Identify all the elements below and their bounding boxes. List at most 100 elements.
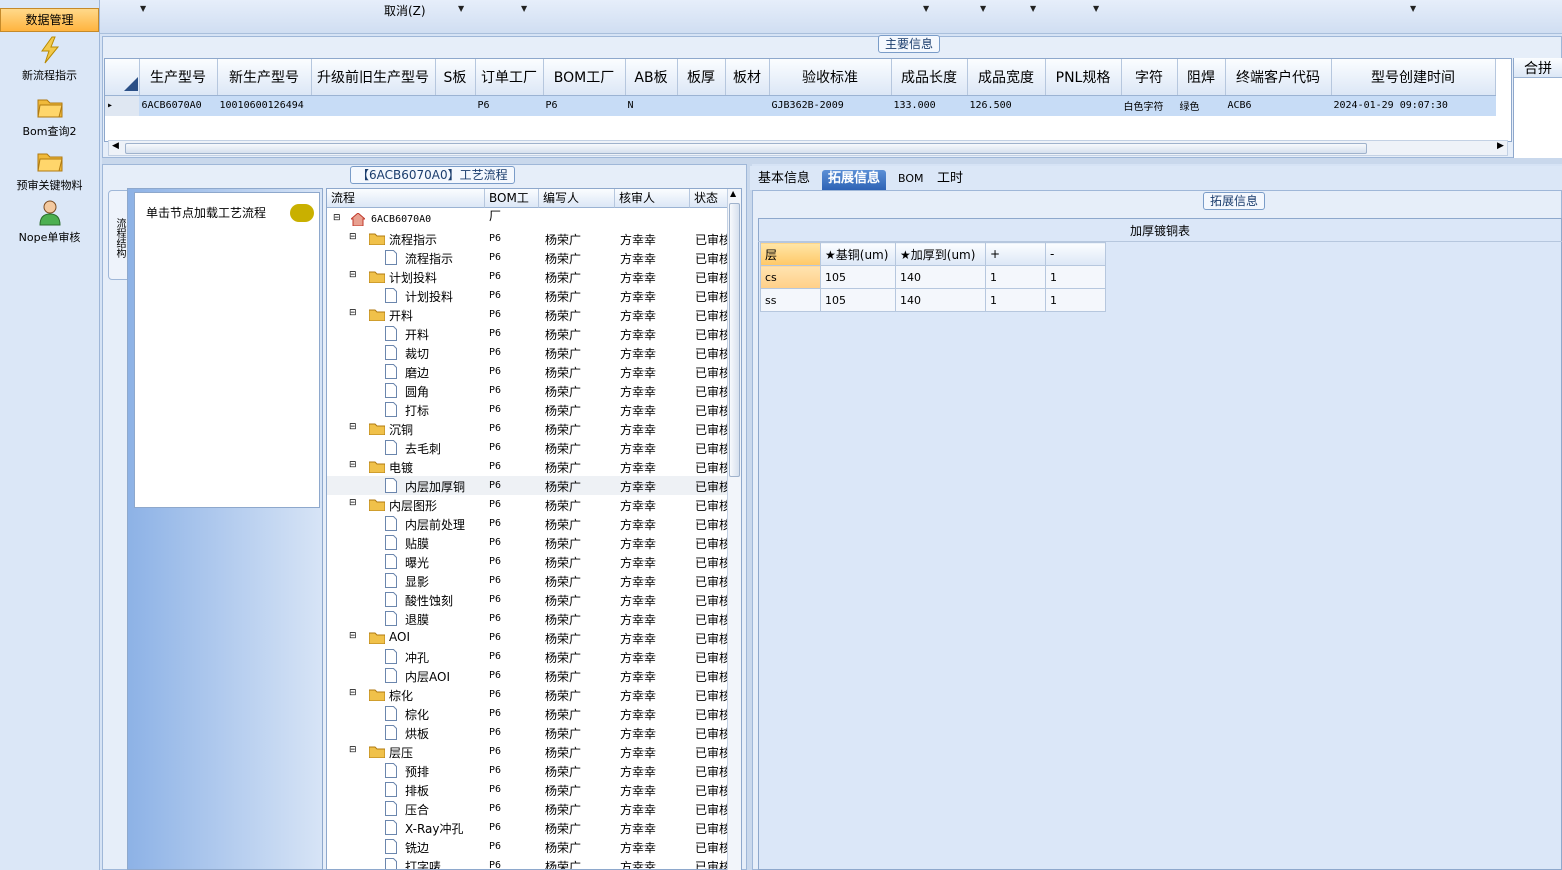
table-cell[interactable]: ACB6 (1225, 95, 1332, 116)
nav-new-flow-instruction[interactable]: 新流程指示 (0, 36, 99, 83)
tree-leaf-node[interactable]: 烘板 P6 杨荣广 方幸幸 已审核 (327, 723, 729, 742)
table-cell[interactable]: 6ACB6070A0 (139, 95, 218, 116)
tree-leaf-node[interactable]: 磨边 P6 杨荣广 方幸幸 已审核 (327, 362, 729, 381)
table-cell[interactable]: 10010600126494 (217, 95, 312, 116)
tree-group-node[interactable]: ⊟ AOI P6 杨荣广 方幸幸 已审核 (327, 628, 729, 647)
scroll-right-icon[interactable]: ▶ (1497, 141, 1504, 151)
table-cell[interactable]: 白色字符 (1121, 95, 1178, 116)
tree-group-node[interactable]: ⊟ 沉铜 P6 杨荣广 方幸幸 已审核 (327, 419, 729, 438)
tree-leaf-node[interactable]: 曝光 P6 杨荣广 方幸幸 已审核 (327, 552, 729, 571)
tree-leaf-node[interactable]: 去毛刺 P6 杨荣广 方幸幸 已审核 (327, 438, 729, 457)
column-header[interactable]: S板 (435, 59, 476, 96)
collapse-icon[interactable]: ⊟ (349, 460, 357, 470)
column-header[interactable]: 生产型号 (139, 59, 218, 96)
collapse-icon[interactable]: ⊟ (349, 631, 357, 641)
tree-leaf-node[interactable]: X-Ray冲孔 P6 杨荣广 方幸幸 已审核 (327, 818, 729, 837)
column-header[interactable]: AB板 (625, 59, 678, 96)
tree-leaf-node[interactable]: 预排 P6 杨荣广 方幸幸 已审核 (327, 761, 729, 780)
collapse-icon[interactable]: ⊟ (349, 498, 357, 508)
column-header[interactable]: 新生产型号 (217, 59, 312, 96)
table-cell[interactable] (677, 95, 726, 116)
tree-leaf-node[interactable]: 排板 P6 杨荣广 方幸幸 已审核 (327, 780, 729, 799)
tab-bom[interactable]: BOM (892, 170, 930, 190)
nav-bom-query[interactable]: Bom查询2 (0, 92, 99, 139)
dropdown-arrow-icon[interactable]: ▼ (140, 4, 146, 13)
tree-leaf-node[interactable]: 酸性蚀刻 P6 杨荣广 方幸幸 已审核 (327, 590, 729, 609)
tree-leaf-node[interactable]: 贴膜 P6 杨荣广 方幸幸 已审核 (327, 533, 729, 552)
table-row[interactable]: cs 105 140 1 1 (760, 265, 1106, 289)
collapse-icon[interactable]: ⊟ (349, 308, 357, 318)
tab-extended-info[interactable]: 拓展信息 (822, 170, 887, 190)
tree-leaf-node[interactable]: 内层加厚铜 P6 杨荣广 方幸幸 已审核 (327, 476, 729, 495)
table-cell[interactable]: ss (760, 288, 821, 312)
dropdown-arrow-icon[interactable]: ▼ (458, 4, 464, 13)
column-header[interactable]: 型号创建时间 (1331, 59, 1496, 96)
tree-leaf-node[interactable]: 显影 P6 杨荣广 方幸幸 已审核 (327, 571, 729, 590)
tree-group-node[interactable]: ⊟ 电镀 P6 杨荣广 方幸幸 已审核 (327, 457, 729, 476)
scroll-thumb[interactable] (125, 143, 1367, 154)
column-header[interactable]: - (1045, 242, 1106, 266)
column-header[interactable]: 合拼 (1514, 58, 1562, 78)
table-cell[interactable]: 1 (985, 288, 1046, 312)
tree-leaf-node[interactable]: 开料 P6 杨荣广 方幸幸 已审核 (327, 324, 729, 343)
collapse-icon[interactable]: ⊟ (333, 213, 341, 223)
table-row[interactable]: ss 105 140 1 1 (760, 288, 1106, 312)
table-cell[interactable]: N (625, 95, 678, 116)
column-header[interactable]: BOM工厂 (543, 59, 626, 96)
tree-group-node[interactable]: ⊟ 开料 P6 杨荣广 方幸幸 已审核 (327, 305, 729, 324)
column-header[interactable]: 阻焊 (1177, 59, 1226, 96)
tree-group-node[interactable]: ⊟ 计划投料 P6 杨荣广 方幸幸 已审核 (327, 267, 729, 286)
column-header[interactable]: 流程 (327, 189, 485, 208)
column-header[interactable]: 成品宽度 (967, 59, 1046, 96)
tab-basic-info[interactable]: 基本信息 (752, 170, 816, 190)
table-cell[interactable]: 140 (895, 288, 986, 312)
column-header[interactable]: 层 (760, 242, 821, 266)
column-header[interactable]: 成品长度 (891, 59, 968, 96)
table-cell[interactable] (435, 95, 476, 116)
tab-work-hours[interactable]: 工时 (931, 170, 969, 190)
collapse-icon[interactable]: ⊟ (349, 422, 357, 432)
table-cell[interactable]: 126.500 (967, 95, 1046, 116)
column-header[interactable]: 验收标准 (769, 59, 892, 96)
tree-leaf-node[interactable]: 退膜 P6 杨荣广 方幸幸 已审核 (327, 609, 729, 628)
column-header[interactable]: 编写人 (539, 189, 615, 208)
tree-leaf-node[interactable]: 打标 P6 杨荣广 方幸幸 已审核 (327, 400, 729, 419)
table-cell[interactable]: 105 (820, 265, 896, 289)
column-header[interactable]: BOM工厂 (485, 189, 539, 223)
scroll-left-icon[interactable]: ◀ (112, 141, 119, 151)
vertical-scrollbar[interactable]: ▲ (727, 189, 741, 870)
table-cell[interactable]: P6 (475, 95, 544, 116)
table-cell[interactable]: 1 (1045, 288, 1106, 312)
dropdown-arrow-icon[interactable]: ▼ (521, 4, 527, 13)
column-header[interactable]: 订单工厂 (475, 59, 544, 96)
tree-leaf-node[interactable]: 圆角 P6 杨荣广 方幸幸 已审核 (327, 381, 729, 400)
column-header[interactable]: 升级前旧生产型号 (311, 59, 436, 96)
nav-pre-review-material[interactable]: 预审关键物料 (0, 146, 99, 193)
tree-leaf-node[interactable]: 铣边 P6 杨荣广 方幸幸 已审核 (327, 837, 729, 856)
tree-leaf-node[interactable]: 内层前处理 P6 杨荣广 方幸幸 已审核 (327, 514, 729, 533)
tree-leaf-node[interactable]: 裁切 P6 杨荣广 方幸幸 已审核 (327, 343, 729, 362)
nav-data-management[interactable]: 数据管理 (0, 8, 99, 32)
table-cell[interactable] (1045, 95, 1122, 116)
dropdown-arrow-icon[interactable]: ▼ (1093, 4, 1099, 13)
tree-group-node[interactable]: ⊟ 流程指示 P6 杨荣广 方幸幸 已审核 (327, 229, 729, 248)
tree-group-node[interactable]: ⊟ 棕化 P6 杨荣广 方幸幸 已审核 (327, 685, 729, 704)
row-selector[interactable]: ▸ (105, 95, 140, 116)
cancel-button[interactable]: 取消(Z) (384, 2, 426, 19)
scroll-up-icon[interactable]: ▲ (730, 189, 736, 198)
table-cell[interactable]: 绿色 (1177, 95, 1226, 116)
table-cell[interactable] (311, 95, 436, 116)
collapse-icon[interactable]: ⊟ (349, 270, 357, 280)
table-row[interactable]: ▸ 6ACB6070A0 10010600126494 P6 P6 N GJB3… (105, 95, 1496, 116)
table-cell[interactable]: 1 (1045, 265, 1106, 289)
column-header[interactable]: ★基铜(um) (820, 242, 896, 266)
tree-group-node[interactable]: ⊟ 内层图形 P6 杨荣广 方幸幸 已审核 (327, 495, 729, 514)
table-cell[interactable]: 140 (895, 265, 986, 289)
tree-leaf-node[interactable]: 打字唛 P6 杨荣广 方幸幸 已审核 (327, 856, 729, 869)
tree-leaf-node[interactable]: 流程指示 P6 杨荣广 方幸幸 已审核 (327, 248, 729, 267)
table-cell[interactable]: 133.000 (891, 95, 968, 116)
table-cell[interactable]: 2024-01-29 09:07:30 (1331, 95, 1496, 116)
column-header[interactable]: 板厚 (677, 59, 726, 96)
dropdown-arrow-icon[interactable]: ▼ (980, 4, 986, 13)
tree-root[interactable]: ⊟ 6ACB6070A0 (327, 210, 727, 229)
